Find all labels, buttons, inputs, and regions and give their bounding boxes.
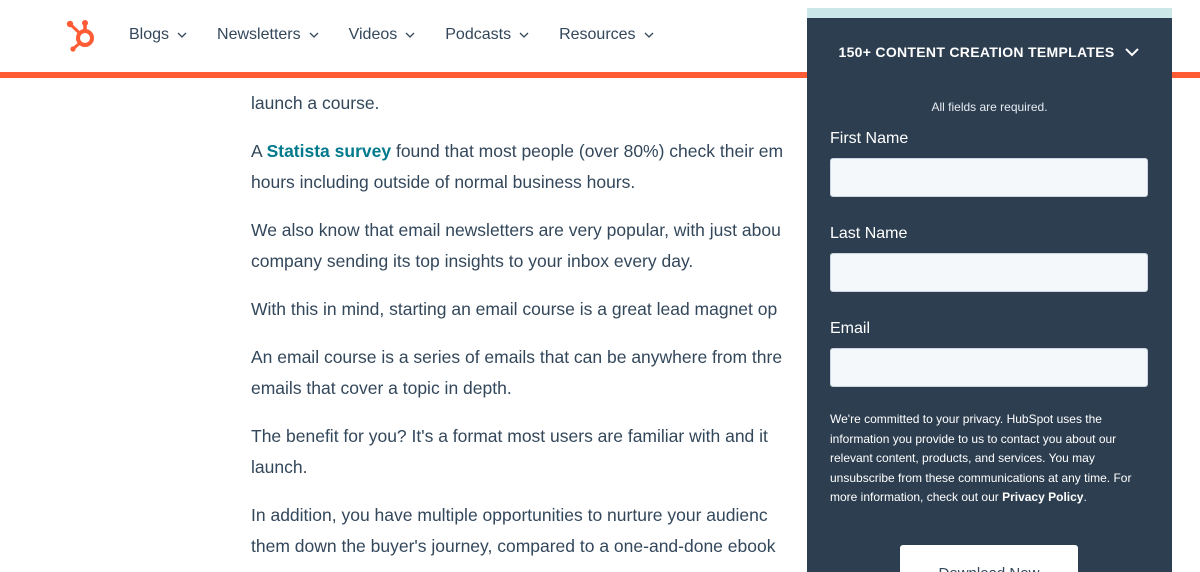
nav-item-label: Videos — [348, 26, 398, 43]
email-label: Email — [830, 320, 871, 337]
paragraph-text: hours including outside of normal busine… — [251, 172, 636, 192]
nav-item-label: Resources — [559, 26, 636, 43]
panel-top-strip — [807, 8, 1172, 18]
form-panel-title: 150+ CONTENT CREATION TEMPLATES — [838, 44, 1115, 60]
article-paragraph: The benefit for you? It's a format most … — [251, 421, 871, 483]
first-name-input[interactable] — [830, 158, 1148, 197]
nav-item-label: Podcasts — [445, 26, 512, 43]
article-paragraph: A Statista survey found that most people… — [251, 136, 871, 198]
paragraph-text: An email course is a series of emails th… — [251, 347, 783, 367]
form-panel-toggle[interactable]: 150+ CONTENT CREATION TEMPLATES — [807, 42, 1172, 62]
nav-item-newsletters[interactable]: Newsletters — [217, 22, 319, 48]
paragraph-text: launch. — [251, 457, 308, 477]
article-paragraph: An email course is a series of emails th… — [251, 342, 871, 404]
chevron-down-icon — [1125, 48, 1140, 57]
first-name-label: First Name — [830, 130, 909, 147]
required-note: All fields are required. — [931, 100, 1048, 114]
article-paragraph: We also know that email newsletters are … — [251, 215, 871, 277]
article-paragraph: In addition, you have multiple opportuni… — [251, 500, 871, 562]
article-body: launch a course. A Statista survey found… — [251, 88, 871, 572]
chevron-down-icon — [644, 32, 654, 38]
paragraph-text: A — [251, 141, 267, 161]
email-input[interactable] — [830, 348, 1148, 387]
paragraph-text: company sending its top insights to your… — [251, 251, 694, 271]
nav-item-videos[interactable]: Videos — [349, 22, 416, 48]
privacy-text-end: . — [1083, 490, 1087, 504]
paragraph-text: In addition, you have multiple opportuni… — [251, 505, 768, 525]
paragraph-text: found that most people (over 80%) check … — [391, 141, 784, 161]
templates-form-panel: 150+ CONTENT CREATION TEMPLATES All fiel… — [807, 8, 1172, 572]
nav-item-podcasts[interactable]: Podcasts — [445, 22, 529, 48]
last-name-input[interactable] — [830, 253, 1148, 292]
hubspot-sprocket-icon[interactable] — [64, 16, 100, 52]
chevron-down-icon — [177, 32, 187, 38]
paragraph-text: emails that cover a topic in depth. — [251, 378, 512, 398]
statista-survey-link[interactable]: Statista survey — [267, 141, 392, 161]
download-now-button[interactable]: Download Now — [900, 545, 1078, 572]
nav-item-label: Blogs — [129, 26, 170, 43]
paragraph-text: The benefit for you? It's a format most … — [251, 426, 768, 446]
nav-item-blogs[interactable]: Blogs — [129, 22, 187, 48]
privacy-policy-link[interactable]: Privacy Policy — [1002, 490, 1083, 504]
article-paragraph: With this in mind, starting an email cou… — [251, 294, 871, 325]
paragraph-text: launch a course. — [251, 93, 380, 113]
nav-item-resources[interactable]: Resources — [559, 22, 654, 48]
article-paragraph: launch a course. — [251, 88, 871, 119]
nav-item-label: Newsletters — [217, 26, 301, 43]
main-nav: Blogs Newsletters Videos Podcasts Resour… — [129, 22, 654, 48]
last-name-label: Last Name — [830, 225, 908, 242]
paragraph-text: We also know that email newsletters are … — [251, 220, 781, 240]
chevron-down-icon — [405, 32, 415, 38]
paragraph-text: them down the buyer's journey, compared … — [251, 536, 776, 556]
paragraph-text: With this in mind, starting an email cou… — [251, 299, 778, 319]
chevron-down-icon — [519, 32, 529, 38]
page: Blogs Newsletters Videos Podcasts Resour… — [0, 0, 1200, 572]
privacy-notice: We're committed to your privacy. HubSpot… — [830, 410, 1150, 508]
chevron-down-icon — [309, 32, 319, 38]
